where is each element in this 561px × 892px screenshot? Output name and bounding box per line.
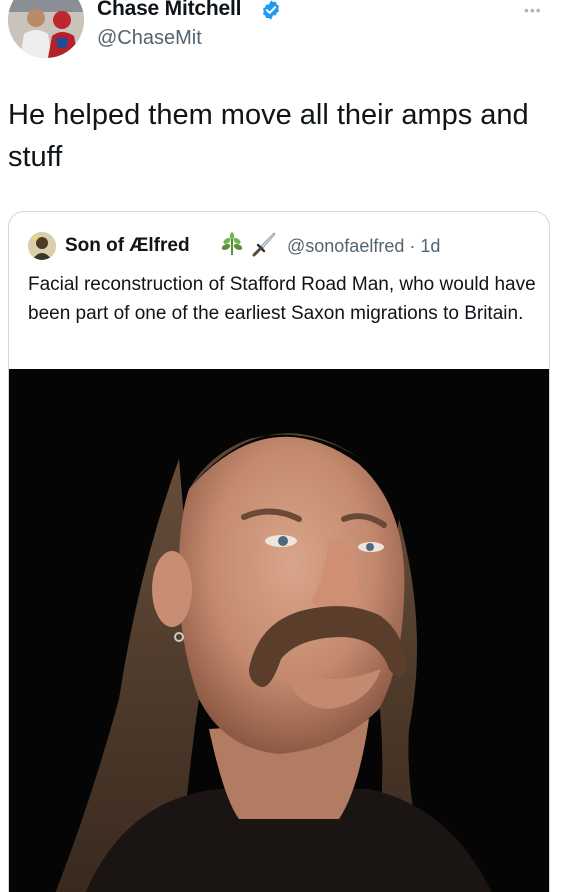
quoted-handle[interactable]: @sonofaelfred — [287, 236, 404, 256]
reconstruction-illustration — [9, 369, 549, 892]
quoted-timestamp[interactable]: 1d — [420, 236, 440, 256]
more-options-icon[interactable]: ••• — [524, 2, 542, 18]
facial-reconstruction-photo[interactable] — [9, 369, 549, 892]
author-display-name[interactable]: Chase Mitchell — [97, 0, 241, 21]
dagger-icon — [252, 232, 276, 257]
separator-dot: · — [409, 236, 416, 256]
author-handle[interactable]: @ChaseMit — [97, 27, 202, 50]
quoted-tweet-card[interactable]: Son of Ælfred @sonofaelfred · 1d Facial … — [8, 211, 550, 892]
quoted-tweet-text: Facial reconstruction of Stafford Road M… — [28, 274, 536, 324]
quoted-avatar[interactable] — [28, 232, 56, 260]
quoted-avatar-image — [28, 232, 56, 260]
herb-icon — [221, 232, 243, 255]
tweet: Chase Mitchell @ChaseMit ••• He helped t… — [0, 0, 561, 892]
avatar-image — [8, 0, 84, 58]
tweet-text: He helped them move all their amps and s… — [8, 99, 529, 173]
profile-avatar[interactable] — [8, 0, 84, 58]
quoted-display-name[interactable]: Son of Ælfred — [65, 235, 190, 257]
quoted-handle-and-time[interactable]: @sonofaelfred · 1d — [287, 236, 440, 257]
verified-badge-icon — [262, 0, 280, 20]
